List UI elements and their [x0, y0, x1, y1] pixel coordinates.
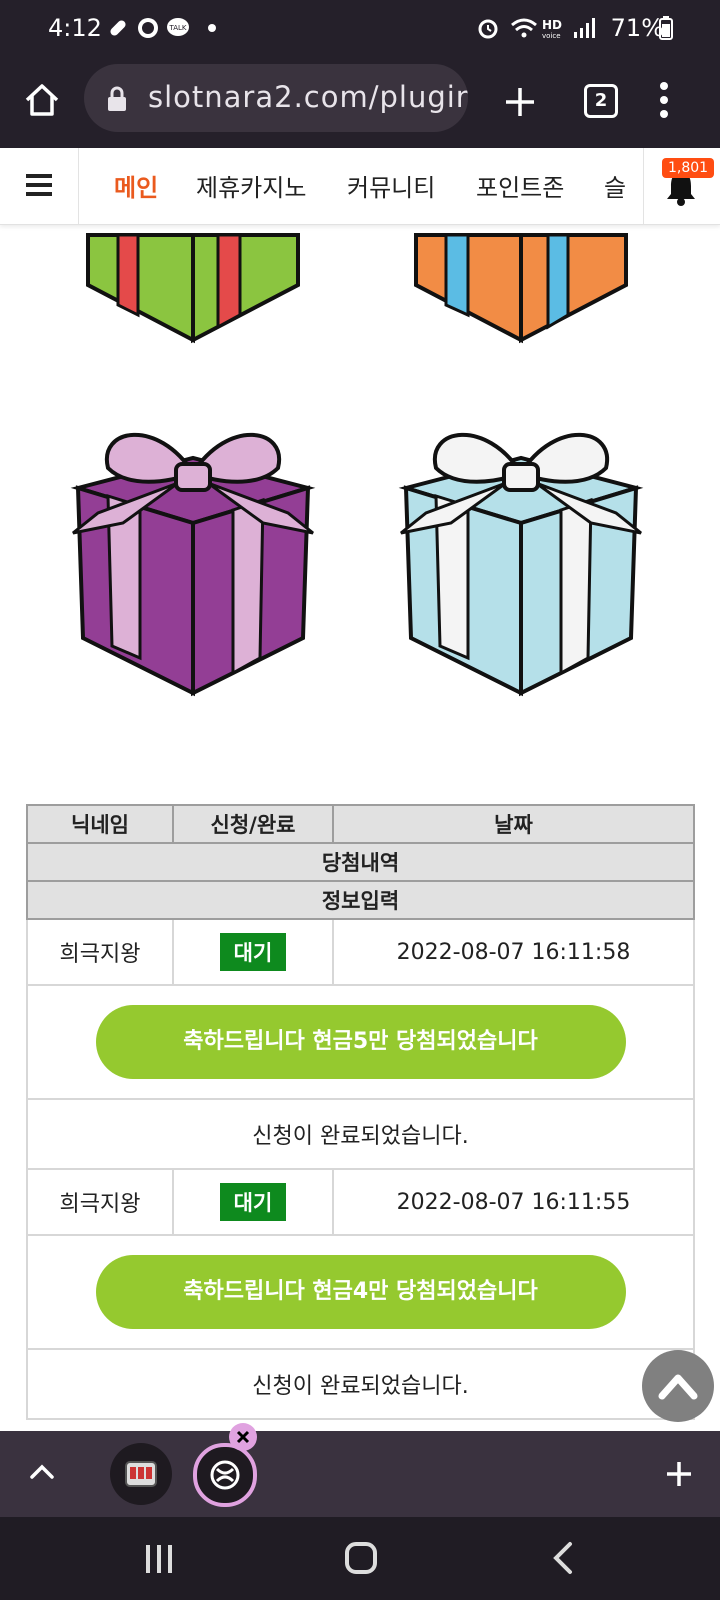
compass-icon — [138, 18, 158, 38]
browser-toolbar: slotnara2.com/plugin/ 2 — [0, 62, 720, 148]
alarm-icon — [478, 19, 498, 39]
column-header-prize-history: 당첨내역 — [26, 842, 695, 882]
table-row: 신청이 완료되었습니다. — [26, 1348, 695, 1420]
back-icon[interactable] — [550, 1541, 574, 1575]
tab-switcher-button[interactable]: 2 — [584, 84, 618, 118]
column-header-nickname: 닉네임 — [26, 804, 174, 844]
table-row: 희극지왕 대기 2022-08-07 16:11:58 — [26, 918, 695, 986]
date-cell: 2022-08-07 16:11:55 — [332, 1168, 695, 1236]
slot-app-shortcut[interactable] — [110, 1443, 172, 1505]
talk-icon: TALK — [167, 18, 189, 36]
close-tab-button[interactable] — [229, 1423, 257, 1451]
table-header-row: 정보입력 — [26, 880, 695, 920]
table-header-row: 당첨내역 — [26, 842, 695, 882]
home-nav-icon[interactable] — [344, 1541, 378, 1575]
svg-text:TALK: TALK — [168, 24, 186, 32]
recent-apps-icon[interactable] — [144, 1543, 174, 1575]
close-icon — [236, 1430, 250, 1444]
site-nav: 메인 제휴카지노 커뮤니티 포인트존 슬 1,801 — [0, 148, 720, 225]
current-web-tab[interactable] — [193, 1443, 257, 1507]
browser-bottom-bar — [0, 1423, 720, 1517]
add-icon[interactable] — [664, 1459, 694, 1489]
url-bar[interactable]: slotnara2.com/plugin/ — [84, 64, 468, 132]
wifi-icon — [511, 18, 537, 38]
table-row: 축하드립니다 현금5만 당첨되었습니다 — [26, 984, 695, 1100]
prize-button[interactable]: 축하드립니다 현금5만 당첨되었습니다 — [95, 1005, 626, 1079]
more-menu-icon[interactable] — [656, 80, 672, 120]
svg-text:voice: voice — [542, 32, 561, 40]
nav-divider — [643, 148, 644, 224]
hamburger-menu-icon[interactable] — [24, 170, 54, 200]
dot-icon — [208, 24, 216, 32]
system-nav-bar — [0, 1517, 720, 1600]
lock-icon — [108, 86, 126, 111]
battery-percent: 71% — [610, 14, 664, 42]
nav-divider — [78, 148, 79, 224]
notification-badge: 1,801 — [662, 158, 715, 178]
table-row: 축하드립니다 현금4만 당첨되었습니다 — [26, 1234, 695, 1350]
prize-button[interactable]: 축하드립니다 현금4만 당첨되었습니다 — [95, 1255, 626, 1329]
svg-text:HD: HD — [542, 18, 562, 32]
expand-up-icon[interactable] — [28, 1461, 56, 1481]
gift-box-purple[interactable] — [68, 428, 318, 698]
status-badge: 대기 — [219, 933, 287, 971]
column-header-info-input: 정보입력 — [26, 880, 695, 920]
nickname-cell: 희극지왕 — [26, 1168, 174, 1236]
hd-voice-icon: HD voice — [542, 18, 562, 40]
nav-item-community[interactable]: 커뮤니티 — [347, 168, 435, 203]
battery-icon — [659, 16, 673, 40]
slot-machine-icon — [125, 1461, 157, 1487]
nav-item-partner-casino[interactable]: 제휴카지노 — [196, 168, 306, 203]
new-tab-icon[interactable] — [500, 82, 540, 122]
chevron-up-icon — [658, 1374, 698, 1400]
gift-box-blue[interactable] — [396, 428, 646, 698]
nav-item-main[interactable]: 메인 — [114, 168, 158, 203]
table-row: 희극지왕 대기 2022-08-07 16:11:55 — [26, 1168, 695, 1236]
completion-message: 신청이 완료되었습니다. — [26, 1348, 695, 1420]
table-header-row: 닉네임 신청/완료 날짜 — [26, 804, 695, 844]
scroll-to-top-button[interactable] — [642, 1350, 714, 1422]
completion-message: 신청이 완료되었습니다. — [26, 1098, 695, 1170]
status-badge: 대기 — [219, 1183, 287, 1221]
nav-item-point-zone[interactable]: 포인트존 — [476, 168, 564, 203]
prize-history-table: 닉네임 신청/완료 날짜 당첨내역 정보입력 희극지왕 대기 2022-08-0… — [26, 804, 695, 1420]
clock: 4:12 — [48, 14, 102, 42]
url-text: slotnara2.com/plugin/ — [148, 80, 468, 114]
column-header-date: 날짜 — [332, 804, 695, 844]
column-header-status: 신청/완료 — [172, 804, 334, 844]
signal-icon — [574, 18, 595, 38]
globe-icon — [210, 1460, 240, 1490]
nav-item-slot[interactable]: 슬 — [604, 168, 626, 203]
table-row: 신청이 완료되었습니다. — [26, 1098, 695, 1170]
status-bar: 4:12 TALK HD voice 71% — [0, 0, 720, 62]
date-cell: 2022-08-07 16:11:58 — [332, 918, 695, 986]
pill-icon — [110, 20, 126, 36]
nickname-cell: 희극지왕 — [26, 918, 174, 986]
home-icon[interactable] — [22, 80, 62, 120]
